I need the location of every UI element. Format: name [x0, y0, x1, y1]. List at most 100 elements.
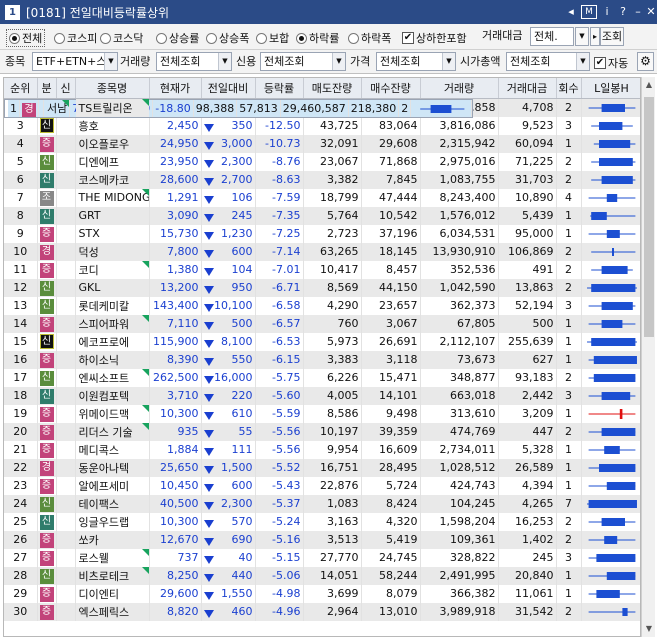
table-row[interactable]: 10 경 덕성 7,800 600 -7.14 63,265 18,145 13,930,910… — [4, 242, 640, 261]
radio-market-kospi[interactable]: 코스피 — [54, 30, 97, 46]
table-row[interactable]: 15 신 에코프로에 115,900 8,100 -6.53 5,973 26,691 2,11… — [4, 332, 640, 351]
scroll-down-icon[interactable]: ▼ — [642, 621, 656, 637]
stock-name-cell[interactable]: 테이팩스 — [75, 494, 150, 513]
col-candle-header[interactable]: L일봉H — [581, 78, 640, 99]
table-row[interactable]: 5 신 디엔에프 23,950 2,300 -8.76 23,067 71,868 2,975,… — [4, 152, 640, 171]
stock-name-cell[interactable]: 디엔에프 — [75, 152, 150, 171]
stock-name-cell[interactable]: 엑스페릭스 — [75, 602, 150, 621]
stock-name-cell[interactable]: 동운아나텍 — [75, 458, 150, 477]
stock-name-cell[interactable]: 스피어파워 — [75, 314, 150, 333]
stock-name-cell[interactable]: 코디 — [75, 260, 150, 279]
info-button[interactable]: i — [599, 4, 615, 20]
stock-name-cell[interactable]: 엔씨소프트 — [75, 368, 150, 387]
gear-icon[interactable]: ⚙ — [637, 52, 654, 71]
spin-button[interactable]: ▸ — [590, 27, 600, 46]
cap-select[interactable]: 전체조회 ▼ — [506, 52, 590, 71]
auto-checkbox[interactable]: ✔ 자동 — [594, 55, 628, 71]
item-type-select[interactable]: ETF+ETN+스팩 ▼ — [32, 52, 118, 71]
table-row[interactable]: 17 신 엔씨소프트 262,500 16,000 -5.75 6,226 15,471 348… — [4, 368, 640, 387]
radio-sort-up-amount[interactable]: 상승폭 — [206, 30, 249, 46]
col-ask-header[interactable]: 매도잔량 — [303, 78, 362, 99]
stock-name-cell[interactable]: 덕성 — [75, 242, 150, 261]
table-row[interactable]: 9 증 STX 15,730 1,230 -7.25 2,723 37,196 6,034,53… — [4, 224, 640, 243]
col-rate-header[interactable]: 등락률 — [255, 78, 304, 99]
col-bid-header[interactable]: 매수잔량 — [361, 78, 421, 99]
stock-name-cell[interactable]: STX — [75, 224, 150, 243]
table-row[interactable]: 3 신 흥호 2,450 350 -12.50 43,725 83,064 3,816,086 9… — [4, 116, 640, 135]
table-row[interactable]: 8 신 GRT 3,090 245 -7.35 5,764 10,542 1,576,012 5,… — [4, 206, 640, 225]
scroll-up-icon[interactable]: ▲ — [642, 77, 656, 93]
col-name-header[interactable]: 종목명 — [75, 78, 150, 99]
table-row[interactable]: 24 신 테이팩스 40,500 2,300 -5.37 1,083 8,424 104,245… — [4, 494, 640, 513]
stock-name-cell[interactable]: GKL — [75, 278, 150, 297]
table-row[interactable]: 13 신 롯데케미칼 143,400 10,100 -6.58 4,290 23,657 362… — [4, 296, 640, 315]
table-row[interactable]: 30 증 엑스페릭스 8,820 460 -4.96 2,964 13,010 3,989,91… — [4, 602, 640, 621]
table-row[interactable]: 23 증 알에프세미 10,450 600 -5.43 22,876 5,724 424,743… — [4, 476, 640, 495]
col-rank-header[interactable]: 순위 — [4, 78, 38, 99]
search-button[interactable]: 조회 — [600, 27, 624, 46]
col-div-header[interactable]: 분 — [37, 78, 57, 99]
table-row[interactable]: 22 경 동운아나텍 25,650 1,500 -5.52 16,751 28,495 1,02… — [4, 458, 640, 477]
close-icon[interactable]: ✕ — [643, 4, 657, 20]
table-row[interactable]: 6 신 코스메카코 28,600 2,700 -8.63 3,382 7,845 1,083,7… — [4, 170, 640, 189]
vertical-scrollbar[interactable]: ▲ ▼ — [641, 77, 655, 637]
stock-name-cell[interactable]: 디이엔티 — [75, 584, 150, 603]
stock-name-cell[interactable]: 메디콕스 — [75, 440, 150, 459]
back-arrow-icon[interactable]: ◂ — [563, 4, 579, 20]
stock-name-cell[interactable]: 알에프세미 — [75, 476, 150, 495]
credit-select[interactable]: 전체조회 ▼ — [260, 52, 346, 71]
stock-name-cell[interactable]: 하이소닉 — [75, 350, 150, 369]
stock-name-cell[interactable]: 이오플로우 — [75, 134, 150, 153]
radio-sort-down-rate[interactable]: 하락률 — [296, 30, 339, 46]
table-row[interactable]: 18 신 이원컴포텍 3,710 220 -5.60 4,005 14,101 663,018 2… — [4, 386, 640, 405]
stock-name-cell[interactable]: 흥호 — [75, 116, 150, 135]
stock-name-cell[interactable]: 로스웰 — [75, 548, 150, 567]
col-diff-header[interactable]: 전일대비 — [201, 78, 256, 99]
table-row[interactable]: 19 증 위메이드맥 10,300 610 -5.59 8,586 9,498 313,610 3… — [4, 404, 640, 423]
stock-name-cell[interactable]: 비츠로테크 — [75, 566, 150, 585]
stock-name-cell[interactable]: 서남 — [43, 99, 71, 117]
stock-name-cell[interactable]: 위메이드맥 — [75, 404, 150, 423]
scroll-thumb[interactable] — [644, 97, 654, 337]
table-row[interactable]: 20 증 리더스 기술 935 55 -5.56 10,197 39,359 474,769 44… — [4, 422, 640, 441]
table-row[interactable]: 29 증 디이엔티 29,600 1,550 -4.98 3,699 8,079 366,382… — [4, 584, 640, 603]
stock-name-cell[interactable]: 코스메카코 — [75, 170, 150, 189]
m-button[interactable]: M — [581, 5, 597, 19]
radio-sort-flat[interactable]: 보합 — [256, 30, 289, 46]
table-row[interactable]: 4 증 이오플로우 24,950 3,000 -10.73 32,091 29,608 2,31… — [4, 134, 640, 153]
table-row[interactable]: 25 신 잉글우드랩 10,300 570 -5.24 3,163 4,320 1,598,20… — [4, 512, 640, 531]
table-row[interactable]: 26 증 쏘카 12,670 690 -5.16 3,513 5,419 109,361 1,40… — [4, 530, 640, 549]
stock-name-cell[interactable]: 이원컴포텍 — [75, 386, 150, 405]
amount-select[interactable]: 전체. — [530, 27, 574, 46]
radio-sort-down-amount[interactable]: 하락폭 — [348, 30, 391, 46]
radio-market-kosdaq[interactable]: 코스닥 — [100, 30, 143, 46]
radio-market-all[interactable]: 전체 — [6, 29, 46, 47]
table-row[interactable]: 21 증 메디콕스 1,884 111 -5.56 9,954 16,609 2,734,011… — [4, 440, 640, 459]
stock-name-cell[interactable]: 쏘카 — [75, 530, 150, 549]
table-row[interactable]: 14 증 스피어파워 7,110 500 -6.57 760 3,067 67,805 500 1 — [4, 314, 640, 333]
table-row[interactable]: 11 증 코디 1,380 104 -7.01 10,417 8,457 352,536 491 2 — [4, 260, 640, 279]
col-price-header[interactable]: 현재가 — [149, 78, 202, 99]
stock-name-cell[interactable]: 롯데케미칼 — [75, 296, 150, 315]
volume-select[interactable]: 전체조회 ▼ — [156, 52, 232, 71]
table-row[interactable]: 12 신 GKL 13,200 950 -6.71 8,569 44,150 1,042,590… — [4, 278, 640, 297]
limit-include-checkbox[interactable]: ✔ 상하한포함 — [402, 30, 467, 46]
stock-name-cell[interactable]: 잉글우드랩 — [75, 512, 150, 531]
stock-name-cell[interactable]: TS트릴리온 — [75, 98, 150, 117]
table-row[interactable]: 28 신 비츠로테크 8,250 440 -5.06 14,051 58,244 2,491,9… — [4, 566, 640, 585]
stock-name-cell[interactable]: 리더스 기술 — [75, 422, 150, 441]
help-button[interactable]: ? — [615, 4, 631, 20]
stock-name-cell[interactable]: THE MIDONG — [75, 188, 150, 207]
price-select[interactable]: 전체조회 ▼ — [376, 52, 456, 71]
col-count-header[interactable]: 회수 — [556, 78, 582, 99]
stock-name-cell[interactable]: GRT — [75, 206, 150, 225]
radio-sort-up-rate[interactable]: 상승률 — [156, 30, 199, 46]
table-row[interactable]: 7 조 THE MIDONG 1,291 106 -7.59 18,799 47,444 8,2… — [4, 188, 640, 207]
col-amount-header[interactable]: 거래대금 — [498, 78, 557, 99]
stock-name-cell[interactable]: 에코프로에 — [75, 332, 150, 351]
col-volume-header[interactable]: 거래량 — [420, 78, 499, 99]
col-credit-header[interactable]: 신 — [56, 78, 76, 99]
table-row[interactable]: 16 증 하이소닉 8,390 550 -6.15 3,383 3,118 73,673 627 1 — [4, 350, 640, 369]
table-row[interactable]: 27 증 로스웰 737 40 -5.15 27,770 24,745 328,822 245 3 — [4, 548, 640, 567]
amount-dropdown-button[interactable]: ▼ — [575, 27, 589, 46]
